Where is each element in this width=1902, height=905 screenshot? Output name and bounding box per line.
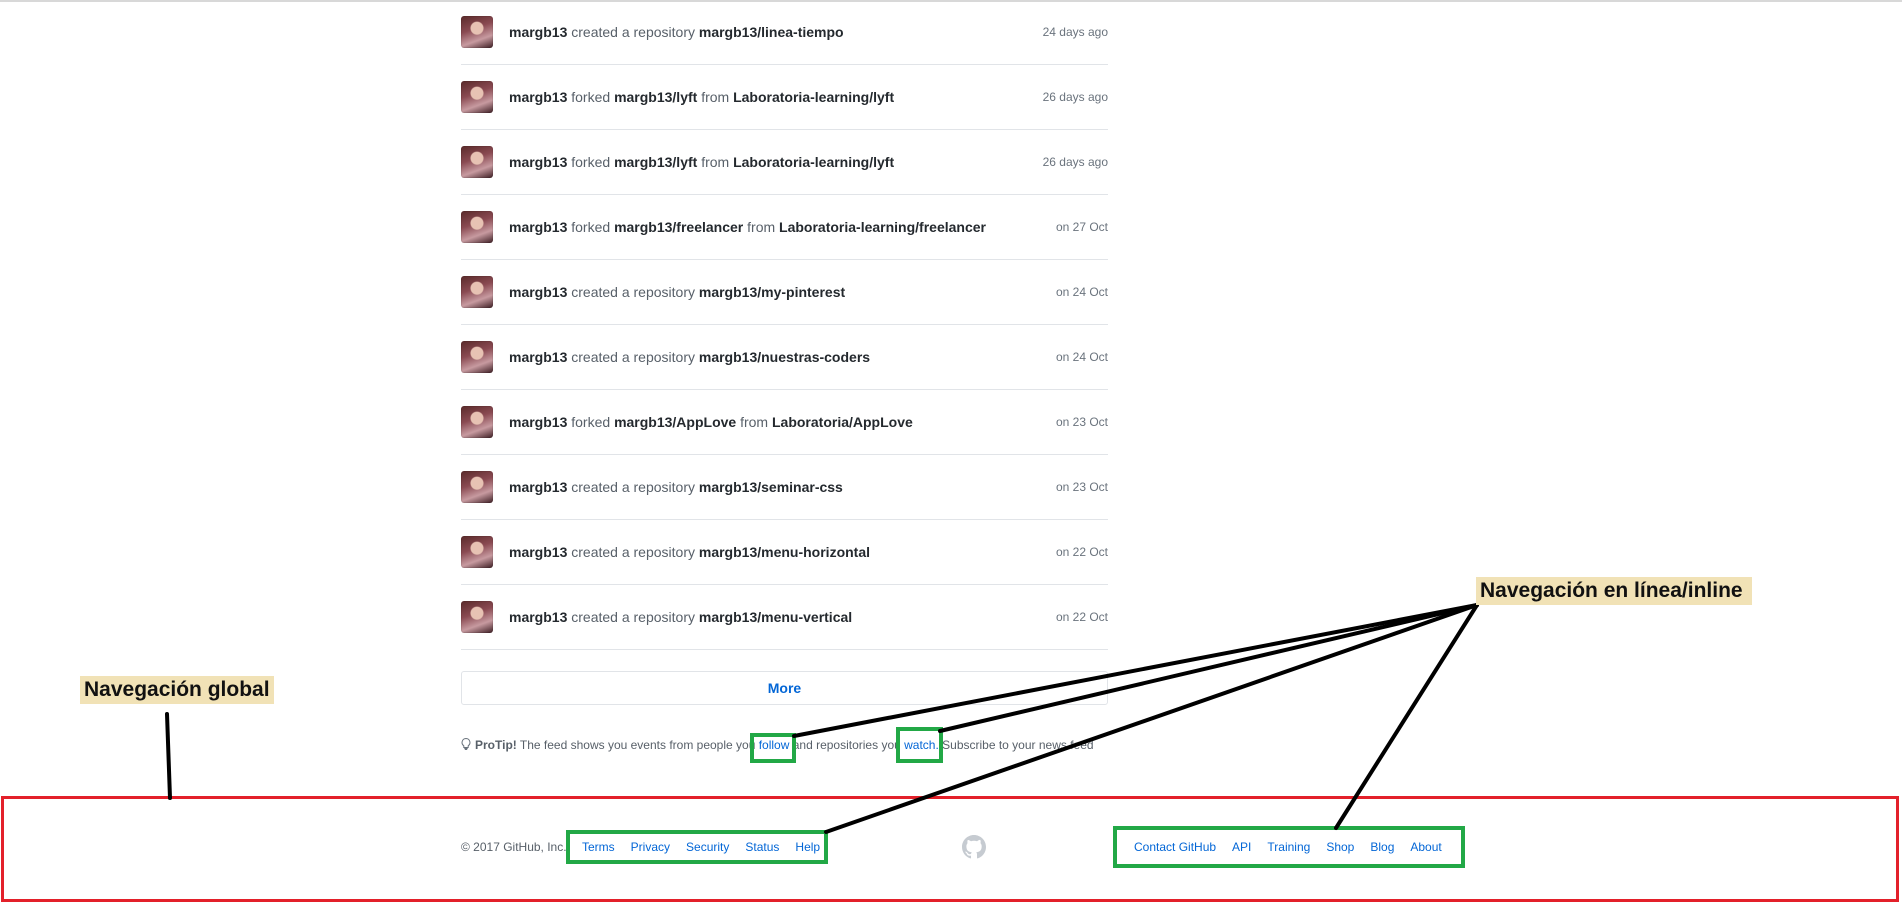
global-arrow-line [165,712,172,800]
inline-arrow-to-left-nav [824,603,1479,834]
inline-navigation-label: Navegación en línea/inline [1476,577,1752,605]
annotation-arrows [165,603,1479,834]
inline-arrow-to-follow [792,603,1479,738]
inline-arrow-to-watch [938,603,1479,733]
inline-arrow-to-right-nav [1334,603,1479,830]
global-navigation-label: Navegación global [80,676,274,704]
